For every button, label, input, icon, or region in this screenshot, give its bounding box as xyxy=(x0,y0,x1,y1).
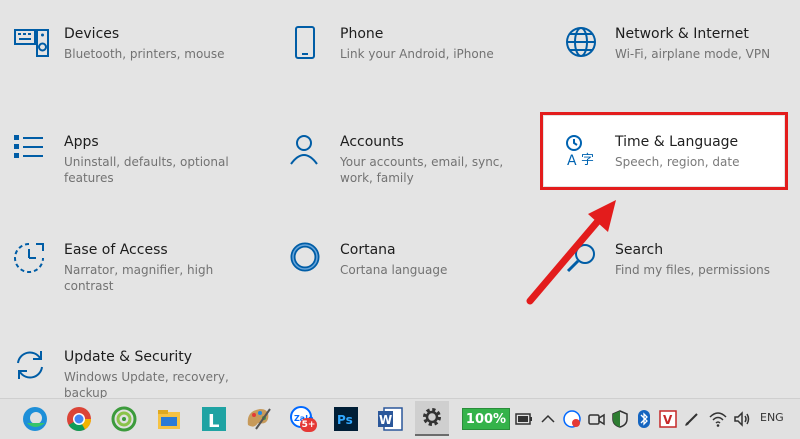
tile-title: Phone xyxy=(340,26,384,42)
zalo-tray-icon[interactable] xyxy=(562,409,582,429)
svg-text:Ps: Ps xyxy=(337,413,353,427)
tile-description: Link your Android, iPhone xyxy=(340,47,494,61)
tile-description: Find my files, permissions xyxy=(615,263,770,277)
chrome-icon[interactable] xyxy=(65,405,93,433)
notification-badge: 5+ xyxy=(300,418,317,432)
tile-title: Cortana xyxy=(340,242,396,258)
chevron-up-icon[interactable] xyxy=(538,409,558,429)
settings-tile-devices[interactable]: Devices Bluetooth, printers, mouse xyxy=(14,26,244,106)
globe-icon xyxy=(565,26,601,62)
svg-text:W: W xyxy=(379,413,392,427)
tile-title: Apps xyxy=(64,134,99,150)
keyboard-speaker-icon xyxy=(14,26,50,62)
settings-home-grid: Devices Bluetooth, printers, mouse Phone… xyxy=(0,0,800,400)
battery-outline-icon xyxy=(514,409,534,429)
file-explorer-icon[interactable] xyxy=(155,405,183,433)
pen-workspace-icon[interactable] xyxy=(682,409,702,429)
settings-gear-icon[interactable] xyxy=(415,401,449,436)
settings-tile-network[interactable]: Network & Internet Wi-Fi, airplane mode,… xyxy=(565,26,795,106)
l-app-icon[interactable]: L xyxy=(200,405,228,433)
update-arrows-icon xyxy=(14,349,50,385)
tile-title: Time & Language xyxy=(615,134,739,150)
photoshop-icon[interactable]: Ps xyxy=(332,405,360,433)
tile-description: Wi-Fi, airplane mode, VPN xyxy=(615,47,771,61)
ease-of-access-icon xyxy=(14,242,50,278)
antivirus-icon[interactable]: V xyxy=(658,409,678,429)
edge-icon[interactable] xyxy=(21,405,49,433)
tile-description: Uninstall, defaults, optional features xyxy=(64,155,229,185)
phone-icon xyxy=(290,26,326,62)
paint-icon[interactable] xyxy=(244,405,272,433)
tile-description: Bluetooth, printers, mouse xyxy=(64,47,225,61)
tile-description: Narrator, magnifier, high contrast xyxy=(64,263,214,293)
tile-title: Network & Internet xyxy=(615,26,749,42)
cortana-ring-icon xyxy=(290,242,326,278)
svg-text:L: L xyxy=(208,411,219,432)
bluetooth-icon[interactable] xyxy=(634,409,654,429)
tile-title: Accounts xyxy=(340,134,404,150)
red-arrow-annotation xyxy=(526,200,616,305)
svg-text:字: 字 xyxy=(581,153,594,168)
volume-icon[interactable] xyxy=(732,409,752,429)
time-language-icon: A字 xyxy=(565,134,601,170)
settings-tile-accounts[interactable]: Accounts Your accounts, email, sync, wor… xyxy=(290,134,520,214)
battery-indicator[interactable]: 100% xyxy=(462,408,510,430)
security-shield-icon[interactable] xyxy=(610,409,630,429)
tile-description: Windows Update, recovery, backup xyxy=(64,370,229,400)
tile-description: Speech, region, date xyxy=(615,155,740,169)
settings-tile-apps[interactable]: Apps Uninstall, defaults, optional featu… xyxy=(14,134,244,214)
svg-text:V: V xyxy=(663,413,673,427)
tile-title: Ease of Access xyxy=(64,242,168,258)
tile-title: Update & Security xyxy=(64,349,193,365)
person-icon xyxy=(290,134,326,170)
tile-description: Cortana language xyxy=(340,263,448,277)
svg-text:A: A xyxy=(567,153,577,169)
settings-tile-phone[interactable]: Phone Link your Android, iPhone xyxy=(290,26,520,106)
apps-list-icon xyxy=(14,134,50,170)
word-icon[interactable]: W xyxy=(376,405,404,433)
camera-icon[interactable] xyxy=(586,409,606,429)
tile-description: Your accounts, email, sync, work, family xyxy=(340,155,504,185)
wifi-icon[interactable] xyxy=(708,409,728,429)
tile-title: Devices xyxy=(64,26,120,42)
download-manager-icon[interactable] xyxy=(110,405,138,433)
settings-tile-ease-of-access[interactable]: Ease of Access Narrator, magnifier, high… xyxy=(14,242,244,322)
input-language-indicator[interactable]: ENG xyxy=(760,411,784,424)
settings-tile-cortana[interactable]: Cortana Cortana language xyxy=(290,242,520,322)
